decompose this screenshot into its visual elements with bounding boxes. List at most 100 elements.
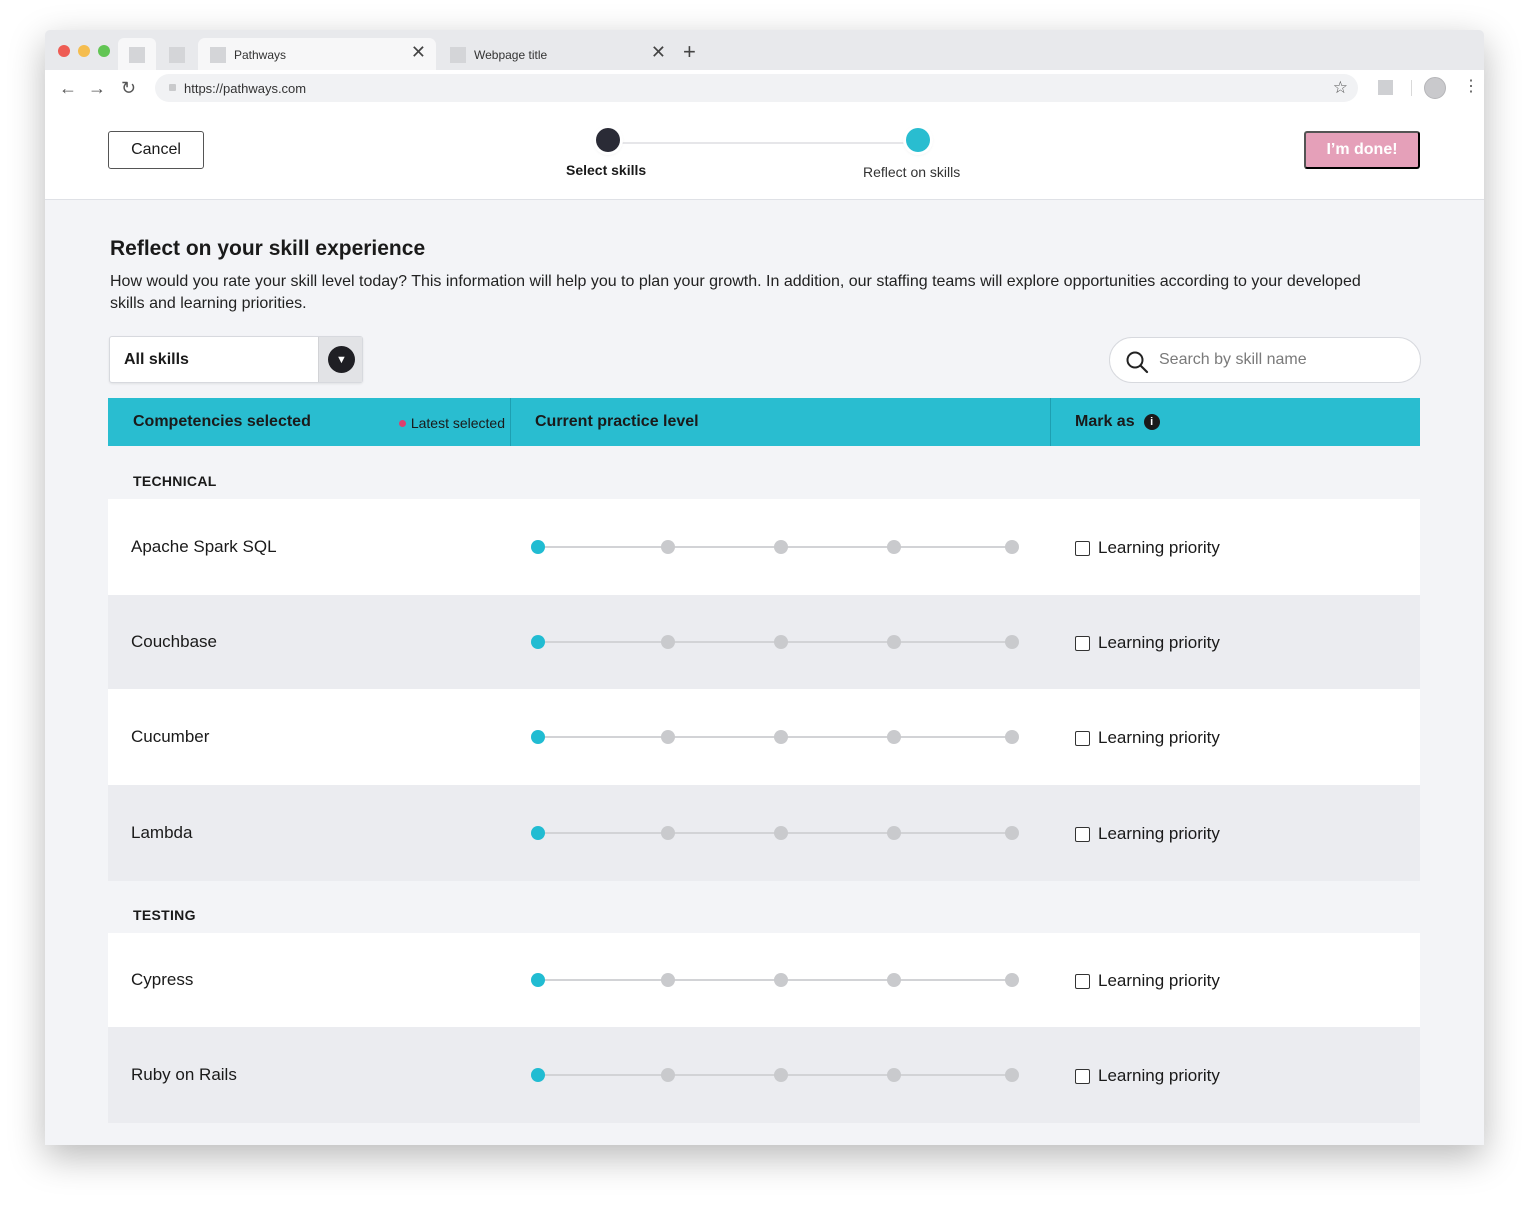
table-row: Cypress Learning priority: [108, 933, 1420, 1027]
practice-level-5-dot[interactable]: [1005, 826, 1019, 840]
practice-level-4-dot[interactable]: [887, 635, 901, 649]
table-header: Competencies selected Latest selected Cu…: [108, 398, 1420, 446]
forward-icon[interactable]: →: [88, 78, 106, 98]
col-competencies-selected: Competencies selected: [133, 413, 311, 430]
practice-level-5-dot[interactable]: [1005, 635, 1019, 649]
practice-level-2-dot[interactable]: [661, 973, 675, 987]
skill-name: Lambda: [131, 823, 193, 842]
search-input[interactable]: [1159, 348, 1399, 372]
address-bar[interactable]: https://pathways.com ☆: [155, 74, 1358, 102]
step-indicator-select-skills: [596, 128, 620, 152]
stepper-line: [608, 142, 918, 144]
practice-level-2-dot[interactable]: [661, 1068, 675, 1082]
lock-icon: [169, 84, 176, 91]
info-icon[interactable]: i: [1143, 414, 1160, 430]
profile-avatar[interactable]: [1424, 77, 1446, 99]
skill-name: Cypress: [131, 970, 194, 989]
category-heading: TECHNICAL: [133, 473, 217, 489]
practice-level-3-dot[interactable]: [774, 730, 788, 744]
skill-name: Apache Spark SQL: [131, 537, 277, 556]
practice-level-4-dot[interactable]: [887, 730, 901, 744]
learning-priority-checkbox[interactable]: [1075, 827, 1090, 842]
chevron-down-icon: ▼: [328, 346, 355, 373]
maximize-window-dot[interactable]: [98, 45, 110, 57]
latest-selected-label: Latest selected: [410, 415, 505, 431]
col-current-practice-level: Current practice level: [535, 413, 699, 430]
reload-icon[interactable]: ↻: [121, 78, 136, 98]
practice-level-3-dot[interactable]: [774, 635, 788, 649]
pinned-tab-2[interactable]: [158, 38, 196, 70]
practice-level-5-dot[interactable]: [1005, 540, 1019, 554]
dropdown-toggle[interactable]: ▼: [318, 337, 362, 382]
practice-level-1-dot[interactable]: [531, 635, 545, 649]
browser-window: Pathways ✕ Webpage title ✕ + ← → ↻ https…: [45, 30, 1484, 1145]
learning-priority-checkbox[interactable]: [1075, 1069, 1090, 1084]
practice-level-1-dot[interactable]: [531, 730, 545, 744]
practice-level-1-dot[interactable]: [531, 540, 545, 554]
tab-webpage-title[interactable]: Webpage title ✕: [438, 38, 676, 70]
new-tab-icon[interactable]: +: [683, 41, 696, 63]
pinned-tab-1[interactable]: [118, 38, 156, 70]
practice-level-2-dot[interactable]: [661, 635, 675, 649]
filter-value: All skills: [124, 351, 189, 368]
practice-level-4-dot[interactable]: [887, 1068, 901, 1082]
back-icon[interactable]: ←: [59, 78, 77, 98]
close-tab-icon[interactable]: ✕: [411, 43, 426, 61]
practice-level-1-dot[interactable]: [531, 826, 545, 840]
browser-menu-icon[interactable]: ⋮: [1463, 78, 1479, 96]
learning-priority-label[interactable]: Learning priority: [1098, 824, 1220, 844]
skill-search-box[interactable]: [1109, 337, 1421, 383]
learning-priority-checkbox[interactable]: [1075, 636, 1090, 651]
practice-level-5-dot[interactable]: [1005, 1068, 1019, 1082]
practice-level-4-dot[interactable]: [887, 973, 901, 987]
close-window-dot[interactable]: [58, 45, 70, 57]
table-row: Ruby on Rails Learning priority: [108, 1027, 1420, 1123]
learning-priority-checkbox[interactable]: [1075, 974, 1090, 989]
practice-level-4-dot[interactable]: [887, 826, 901, 840]
skill-name: Ruby on Rails: [131, 1065, 237, 1084]
tab-strip: Pathways ✕ Webpage title ✕ +: [45, 30, 1484, 70]
practice-level-3-dot[interactable]: [774, 826, 788, 840]
practice-level-1-dot[interactable]: [531, 973, 545, 987]
practice-level-3-dot[interactable]: [774, 540, 788, 554]
learning-priority-label[interactable]: Learning priority: [1098, 1066, 1220, 1086]
practice-level-5-dot[interactable]: [1005, 730, 1019, 744]
favicon-icon: [129, 47, 145, 63]
extension-icon[interactable]: [1378, 80, 1393, 95]
toolbar-divider: [1411, 80, 1412, 96]
app-header: Cancel Select skills Reflect on skills I…: [45, 106, 1484, 200]
step-indicator-reflect-on-skills: [906, 128, 930, 152]
url-text: https://pathways.com: [184, 81, 307, 96]
learning-priority-label[interactable]: Learning priority: [1098, 538, 1220, 558]
practice-level-3-dot[interactable]: [774, 1068, 788, 1082]
skill-name: Cucumber: [131, 727, 210, 746]
practice-level-2-dot[interactable]: [661, 540, 675, 554]
search-icon: [1126, 351, 1149, 374]
practice-level-2-dot[interactable]: [661, 730, 675, 744]
learning-priority-checkbox[interactable]: [1075, 541, 1090, 556]
tab-pathways[interactable]: Pathways ✕: [198, 38, 436, 70]
learning-priority-label[interactable]: Learning priority: [1098, 728, 1220, 748]
practice-level-5-dot[interactable]: [1005, 973, 1019, 987]
learning-priority-checkbox[interactable]: [1075, 731, 1090, 746]
practice-level-2-dot[interactable]: [661, 826, 675, 840]
practice-level-1-dot[interactable]: [531, 1068, 545, 1082]
favicon-icon: [169, 47, 185, 63]
skills-filter-select[interactable]: All skills ▼: [109, 336, 363, 383]
mark-as-label: Mark as: [1075, 413, 1135, 430]
practice-level-4-dot[interactable]: [887, 540, 901, 554]
latest-dot-icon: [398, 419, 406, 427]
table-row: Couchbase Learning priority: [108, 595, 1420, 689]
category-heading: TESTING: [133, 907, 196, 923]
learning-priority-label[interactable]: Learning priority: [1098, 633, 1220, 653]
latest-selected-legend: Latest selected: [398, 415, 505, 431]
tab-title: Pathways: [234, 48, 287, 62]
practice-level-3-dot[interactable]: [774, 973, 788, 987]
im-done-button[interactable]: I’m done!: [1304, 131, 1420, 169]
step-label-select-skills: Select skills: [566, 162, 647, 178]
cancel-button[interactable]: Cancel: [108, 131, 204, 169]
bookmark-star-icon[interactable]: ☆: [1333, 78, 1348, 98]
close-tab-icon[interactable]: ✕: [651, 43, 666, 61]
minimize-window-dot[interactable]: [78, 45, 90, 57]
learning-priority-label[interactable]: Learning priority: [1098, 971, 1220, 991]
